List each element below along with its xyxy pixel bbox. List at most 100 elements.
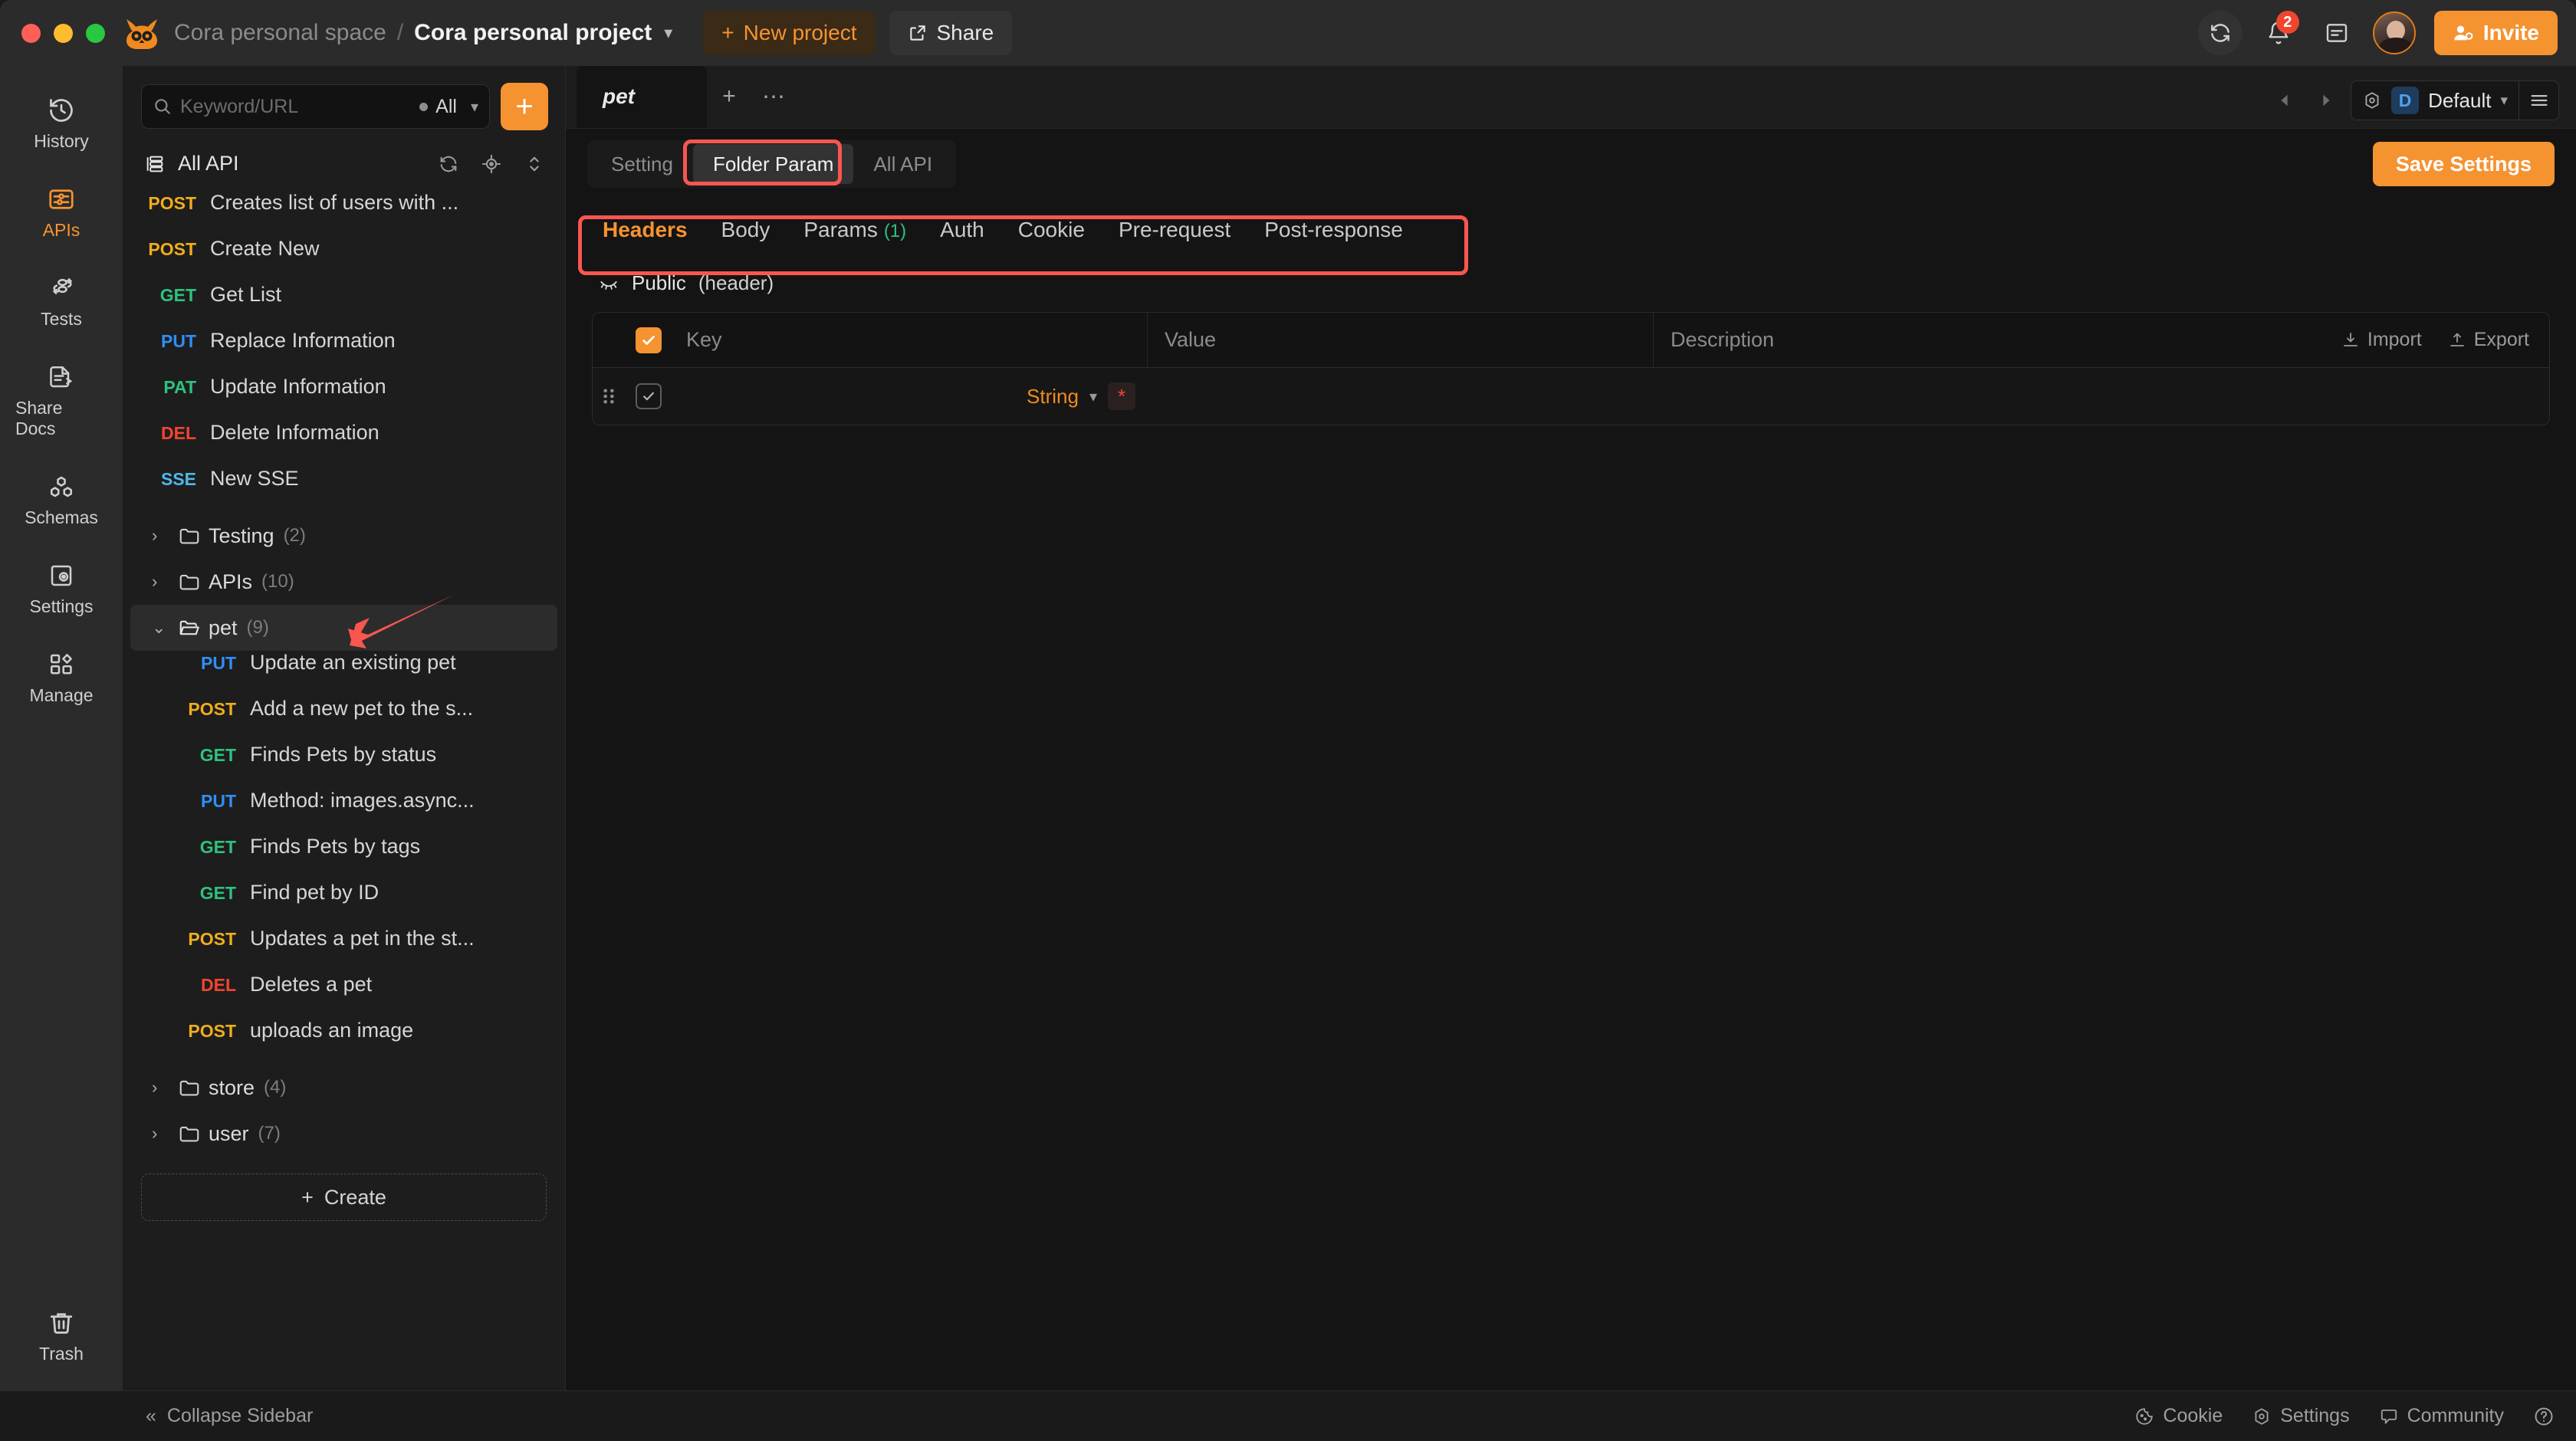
environment-menu-button[interactable]	[2518, 81, 2558, 120]
tab-cookie[interactable]: Cookie	[1001, 218, 1102, 242]
sidebar-item-share-docs[interactable]: Share Docs	[15, 354, 107, 447]
chevron-right-icon[interactable]: ›	[152, 526, 178, 546]
nav-back-button[interactable]	[2268, 82, 2302, 119]
breadcrumb-project[interactable]: Cora personal project	[414, 20, 652, 46]
maximize-window-button[interactable]	[86, 23, 105, 43]
nav-forward-button[interactable]	[2309, 82, 2343, 119]
row-key-cell[interactable]: String ▾ *	[672, 382, 1148, 410]
tab-setting[interactable]: Setting	[591, 144, 693, 184]
chevron-right-icon[interactable]: ›	[152, 1124, 178, 1144]
param-type-select[interactable]: String	[1027, 385, 1079, 409]
folder-open-icon	[178, 616, 209, 639]
filter-label[interactable]: All	[435, 96, 457, 118]
folder-item-apis[interactable]: › APIs (10)	[130, 559, 557, 605]
footer-cookie-button[interactable]: Cookie	[2134, 1405, 2223, 1427]
collapse-sidebar-button[interactable]: « Collapse Sidebar	[123, 1405, 566, 1427]
sidebar-item-manage[interactable]: Manage	[15, 642, 107, 714]
row-drag-handle[interactable]	[593, 386, 625, 406]
folder-item-store[interactable]: › store (4)	[130, 1065, 557, 1111]
minimize-window-button[interactable]	[54, 23, 73, 43]
new-tab-button[interactable]: +	[707, 65, 751, 128]
footer-help-button[interactable]	[2533, 1406, 2555, 1427]
required-toggle[interactable]: *	[1108, 382, 1135, 410]
sidebar-item-history[interactable]: History	[15, 87, 107, 159]
tab-body[interactable]: Body	[705, 218, 787, 242]
chevron-down-icon[interactable]: ▾	[471, 97, 478, 117]
tab-all-api[interactable]: All API	[853, 144, 952, 184]
tab-label: Cookie	[1017, 218, 1085, 241]
invite-button[interactable]: Invite	[2433, 11, 2558, 55]
http-method-label: GET	[199, 883, 236, 903]
sort-icon[interactable]	[524, 153, 545, 175]
tab-pet[interactable]: pet	[577, 65, 707, 128]
list-item[interactable]: GET Find pet by ID	[130, 881, 557, 927]
list-item[interactable]: POST Updates a pet in the st...	[130, 927, 557, 973]
folder-item-testing[interactable]: › Testing (2)	[130, 513, 557, 559]
tab-headers[interactable]: Headers	[586, 218, 705, 242]
chevron-down-icon[interactable]: ▾	[1089, 387, 1097, 406]
list-item[interactable]: DEL Deletes a pet	[130, 973, 557, 1019]
list-item[interactable]: GET Get List	[130, 283, 557, 329]
sidebar-item-label: History	[34, 131, 89, 151]
list-item[interactable]: POST uploads an image	[130, 1019, 557, 1065]
list-item[interactable]: POST Create New	[130, 237, 557, 283]
create-button[interactable]: + Create	[141, 1173, 547, 1221]
tab-auth[interactable]: Auth	[923, 218, 1001, 242]
list-item[interactable]: SSE New SSE	[130, 467, 557, 513]
import-button[interactable]: Import	[2341, 329, 2422, 351]
footer-community-button[interactable]: Community	[2379, 1405, 2504, 1427]
tab-folder-param[interactable]: Folder Param	[692, 144, 854, 184]
tab-more-options-button[interactable]: ⋯	[751, 65, 796, 128]
eye-closed-icon[interactable]	[598, 274, 619, 294]
list-item[interactable]: PUT Update an existing pet	[130, 651, 557, 697]
notes-panel-button[interactable]	[2315, 11, 2359, 55]
breadcrumb-space[interactable]: Cora personal space	[174, 20, 386, 46]
folder-item-user[interactable]: › user (7)	[130, 1111, 557, 1157]
refresh-icon[interactable]	[438, 153, 459, 175]
tab-pre-request[interactable]: Pre-request	[1102, 218, 1247, 242]
list-item[interactable]: GET Finds Pets by tags	[130, 835, 557, 881]
chevron-right-icon[interactable]: ›	[152, 572, 178, 592]
list-item[interactable]: POST Add a new pet to the s...	[130, 697, 557, 743]
list-item[interactable]: PUT Replace Information	[130, 329, 557, 375]
all-api-row[interactable]: All API	[123, 141, 565, 186]
chevron-down-icon[interactable]: ▾	[664, 23, 672, 43]
sidebar-item-trash[interactable]: Trash	[15, 1300, 107, 1372]
search-input[interactable]: Keyword/URL All ▾	[141, 84, 490, 129]
add-user-icon	[2453, 22, 2474, 44]
chevron-down-icon[interactable]: ⌄	[152, 618, 178, 638]
sidebar-item-apis[interactable]: APIs	[15, 176, 107, 248]
sidebar-item-tests[interactable]: Tests	[15, 265, 107, 337]
list-item[interactable]: GET Finds Pets by status	[130, 743, 557, 789]
environment-dropdown[interactable]: D Default ▾	[2351, 81, 2518, 120]
export-button[interactable]: Export	[2448, 329, 2529, 351]
sidebar-item-settings[interactable]: Settings	[15, 553, 107, 625]
add-api-button[interactable]: +	[501, 83, 548, 130]
tab-post-response[interactable]: Post-response	[1247, 218, 1420, 242]
list-item[interactable]: DEL Delete Information	[130, 421, 557, 467]
share-button[interactable]: Share	[889, 11, 1013, 55]
row-checkbox[interactable]	[636, 383, 662, 409]
locate-icon[interactable]	[481, 153, 502, 175]
notifications-button[interactable]: 2	[2256, 11, 2301, 55]
list-item[interactable]: PUT Method: images.async...	[130, 789, 557, 835]
chevron-right-icon[interactable]: ›	[152, 1078, 178, 1098]
tab-label: Auth	[940, 218, 984, 241]
table-row[interactable]: String ▾ *	[593, 368, 2549, 425]
sync-button[interactable]	[2197, 11, 2242, 55]
avatar[interactable]	[2372, 11, 2416, 54]
app-window: Cora personal space / Cora personal proj…	[0, 0, 2576, 1441]
footer-settings-button[interactable]: Settings	[2252, 1405, 2350, 1427]
new-project-button[interactable]: + New project	[703, 11, 876, 55]
sidebar-item-schemas[interactable]: Schemas	[15, 464, 107, 536]
list-item[interactable]: PAT Update Information	[130, 375, 557, 421]
select-all-checkbox[interactable]	[636, 327, 662, 353]
save-settings-button[interactable]: Save Settings	[2372, 142, 2555, 186]
tab-label: Headers	[603, 218, 688, 241]
list-item[interactable]: POST Creates list of users with ...	[130, 191, 557, 237]
tab-params[interactable]: Params (1)	[787, 218, 923, 242]
folder-item-pet[interactable]: ⌄ pet (9)	[130, 605, 557, 651]
apis-icon	[48, 185, 75, 213]
public-group-row[interactable]: Public (header)	[566, 261, 2576, 303]
close-window-button[interactable]	[21, 23, 41, 43]
